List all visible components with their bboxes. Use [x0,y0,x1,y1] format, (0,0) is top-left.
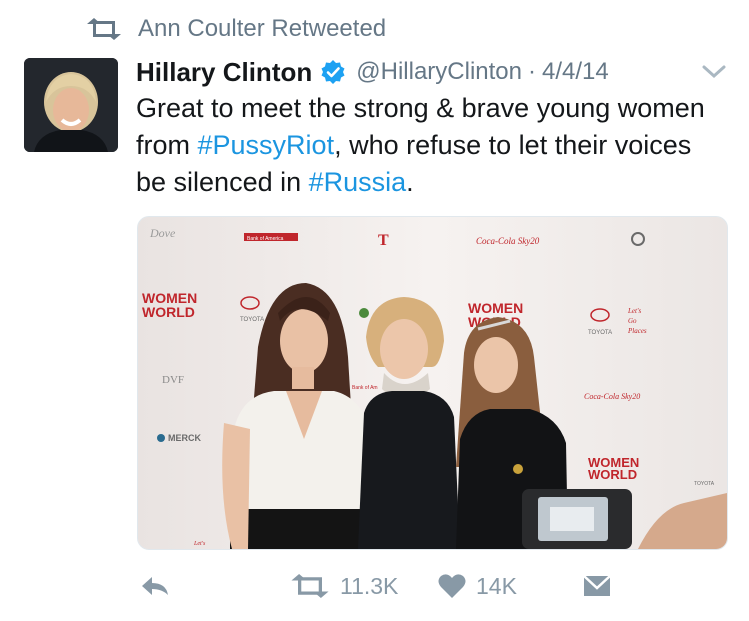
sponsor-coke: Coca-Cola Sky20 [584,392,640,401]
retweet-context-text: Ann Coulter Retweeted [138,15,387,42]
retweet-icon [87,18,121,40]
sponsor-dvf: DVF [162,374,184,386]
tweet-date[interactable]: 4/4/14 [542,58,609,86]
tweet-text-segment: . [406,167,414,197]
sponsor-coke: Coca-Cola Sky20 [476,236,540,246]
retweet-count: 11.3K [340,572,399,599]
avatar-image [24,58,118,152]
sponsor-lets: Let's [193,541,206,547]
heart-icon [438,574,466,598]
sponsor-places: Places [627,327,647,335]
sponsor-dove: Dove [149,226,176,240]
sponsor-lets: Let's [627,307,641,315]
tweet-photo[interactable]: Dove Bank of America T Coca-Cola Sky20 W… [137,216,728,550]
tweet-text: Great to meet the strong & brave young w… [136,90,726,201]
reply-icon [142,577,168,595]
direct-message-button[interactable] [582,562,612,610]
sponsor-boa: Bank of America [247,236,284,242]
envelope-icon [583,575,611,596]
sponsor-toyota: TOYOTA [588,330,612,336]
photo-illustration: Dove Bank of America T Coca-Cola Sky20 W… [138,217,727,549]
tweet-actions: 11.3K 14K [0,562,749,610]
retweet-context[interactable]: Ann Coulter Retweeted [86,14,386,44]
verified-badge-icon [321,60,345,84]
chevron-down-icon[interactable] [700,62,728,82]
retweet-button[interactable]: 11.3K [290,562,398,610]
sponsor-merck: MERCK [168,433,201,443]
avatar[interactable] [24,58,118,152]
sponsor-t: T [378,232,389,249]
reply-button[interactable] [140,562,170,610]
author-name[interactable]: Hillary Clinton [136,57,312,88]
retweet-icon [291,574,329,598]
sponsor-toyota: TOYOTA [694,481,715,487]
like-button[interactable]: 14K [438,562,517,610]
header-separator: · [528,58,536,85]
sponsor-toyota: TOYOTA [240,317,264,323]
sponsor-world: WORLD [588,467,637,482]
sponsor-world: WORLD [142,304,195,320]
like-count: 14K [476,572,517,599]
hashtag-pussyriot[interactable]: #PussyRiot [198,130,335,160]
tweet-header: Hillary Clinton @HillaryClinton · 4/4/14 [136,54,609,90]
hashtag-russia[interactable]: #Russia [309,167,407,197]
sponsor-go: Go [628,317,637,325]
author-handle[interactable]: @HillaryClinton [356,58,522,86]
sponsor-boa: Bank of Am [352,385,378,391]
